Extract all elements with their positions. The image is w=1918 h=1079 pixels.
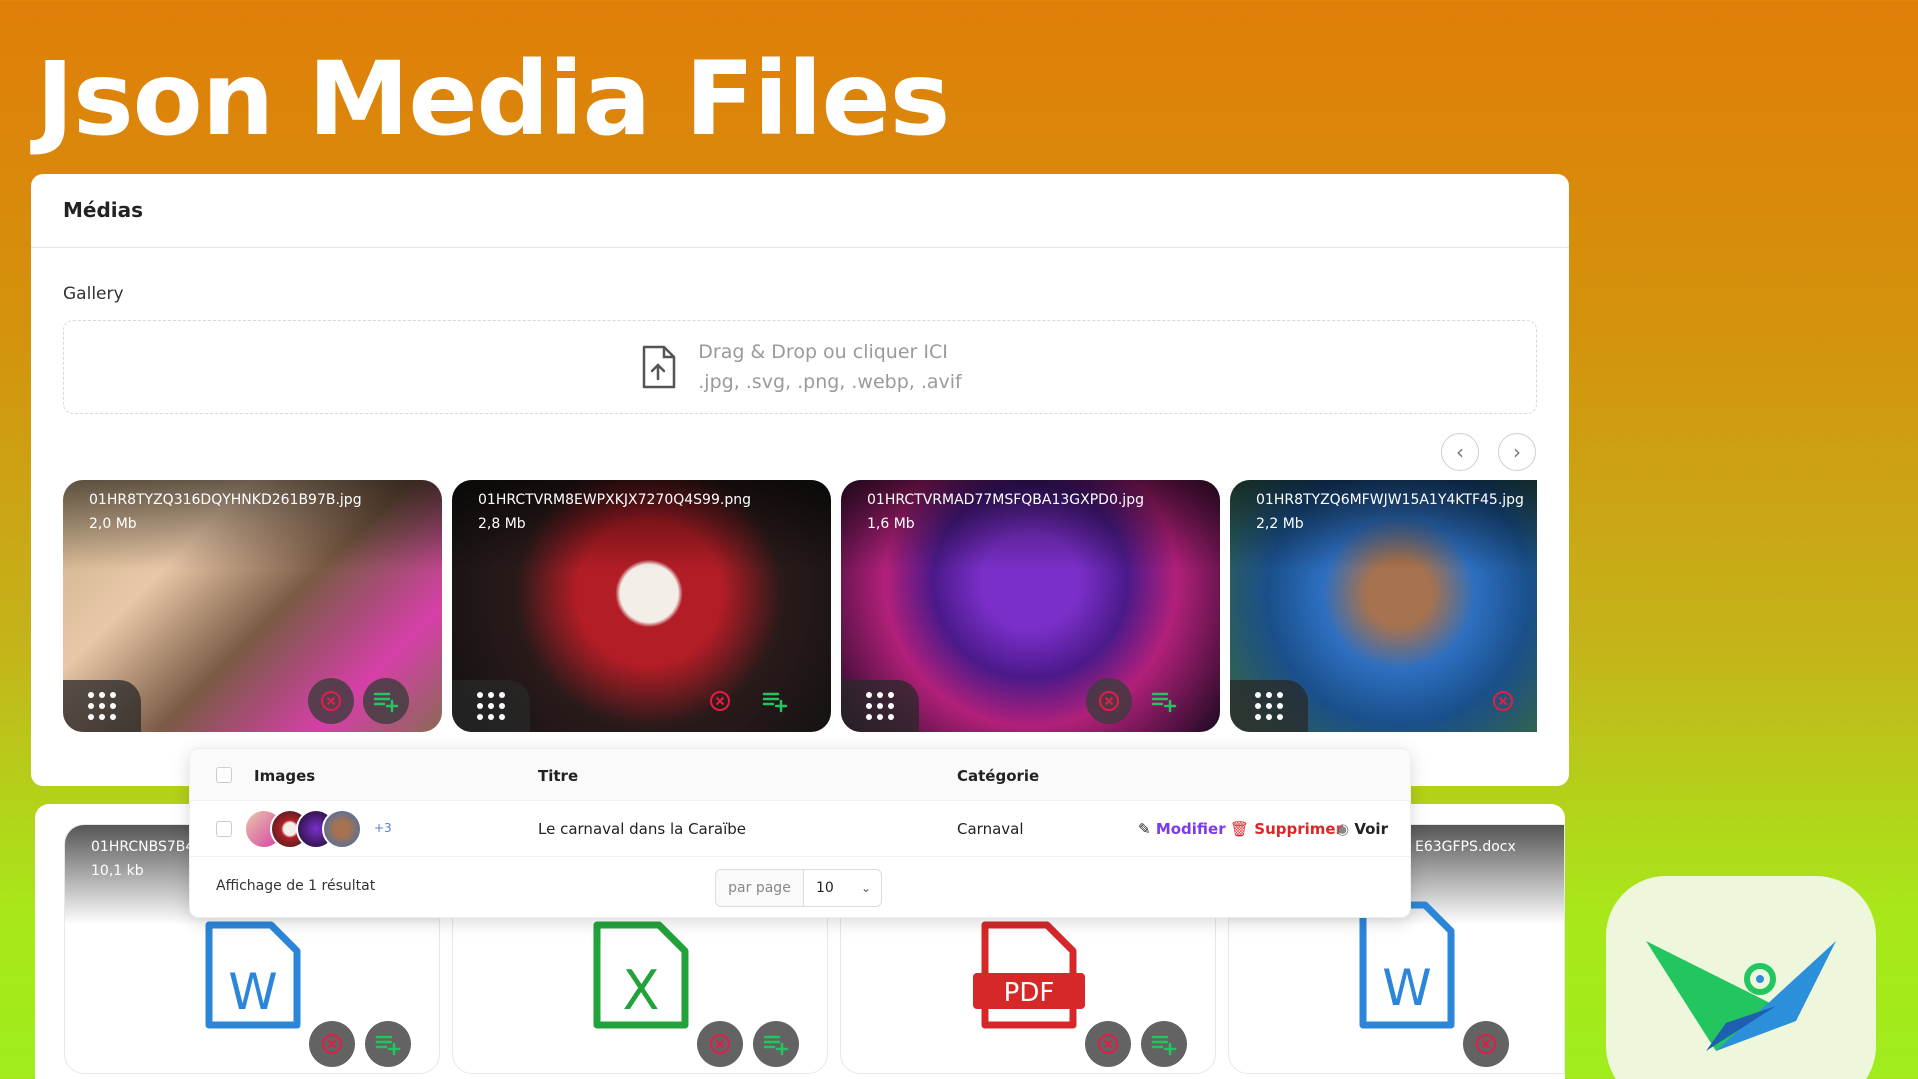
file-size: 2,0 Mb (89, 516, 137, 532)
close-circle-icon (321, 691, 341, 711)
app-logo (1606, 876, 1876, 1079)
doc-type-label: W (1382, 959, 1431, 1017)
dropzone-instruction: Drag & Drop ou cliquer ICI (698, 341, 948, 363)
per-page-label: par page (716, 870, 804, 906)
more-images-count: +3 (374, 821, 392, 835)
delete-label: Supprimer (1254, 820, 1343, 838)
playlist-add-icon (373, 692, 399, 713)
next-button[interactable]: › (1498, 433, 1536, 471)
pdf-file-icon: PDF (973, 921, 1085, 1029)
file-upload-icon (643, 345, 676, 389)
edit-label: Modifier (1155, 820, 1226, 838)
row-category: Carnaval (957, 820, 1024, 838)
gallery-label: Gallery (63, 284, 124, 304)
chevron-right-icon: › (1513, 440, 1521, 464)
view-button[interactable]: ◉ Voir (1336, 820, 1388, 838)
playlist-add-icon (762, 692, 788, 713)
remove-button[interactable] (1463, 1021, 1509, 1067)
view-label: Voir (1354, 820, 1388, 838)
media-tile[interactable]: 01HRCTVRMAD77MSFQBA13GXPD0.jpg 1,6 Mb (841, 480, 1220, 732)
drag-handle-icon[interactable] (452, 680, 530, 732)
remove-button[interactable] (1480, 678, 1526, 724)
doc-type-label: PDF (1004, 978, 1055, 1008)
add-to-list-button[interactable] (1141, 678, 1187, 724)
edit-button[interactable]: ✎ Modifier (1138, 820, 1226, 838)
file-name: 01HRCNBS7B41 (91, 839, 204, 855)
doc-type-label: W (228, 963, 277, 1021)
table-footer: Affichage de 1 résultat par page 10 ⌄ (190, 857, 1410, 917)
playlist-add-icon (763, 1035, 789, 1056)
media-tile[interactable]: 01HR8TYZQ316DQYHNKD261B97B.jpg 2,0 Mb (63, 480, 442, 732)
add-to-list-button[interactable] (1141, 1021, 1187, 1067)
drag-handle-icon[interactable] (1230, 680, 1308, 732)
file-size: 2,2 Mb (1256, 516, 1304, 532)
add-to-list-button[interactable] (752, 678, 798, 724)
media-card: Médias Gallery Drag & Drop ou cliquer IC… (31, 174, 1569, 786)
row-title: Le carnaval dans la Caraïbe (538, 820, 747, 838)
playlist-add-icon (375, 1035, 401, 1056)
result-count: Affichage de 1 résultat (216, 878, 376, 894)
table-header: Images Titre Catégorie (190, 749, 1410, 801)
hero-title: Json Media Files (36, 40, 950, 159)
remove-button[interactable] (308, 678, 354, 724)
drag-handle-icon[interactable] (63, 680, 141, 732)
per-page-select[interactable]: par page 10 ⌄ (715, 869, 882, 907)
file-size: 10,1 kb (91, 863, 144, 879)
media-tile[interactable]: 01HRCTVRM8EWPXKJX7270Q4S99.png 2,8 Mb (452, 480, 831, 732)
remove-button[interactable] (1086, 678, 1132, 724)
file-name: E63GFPS.docx (1415, 839, 1516, 855)
excel-file-icon: X (593, 921, 689, 1029)
remove-button[interactable] (697, 1021, 743, 1067)
doc-type-label: X (623, 959, 660, 1022)
dropzone-formats: .jpg, .svg, .png, .webp, .avif (698, 371, 962, 393)
chevron-left-icon: ‹ (1456, 440, 1464, 464)
file-dropzone[interactable]: Drag & Drop ou cliquer ICI .jpg, .svg, .… (63, 320, 1537, 414)
col-images: Images (254, 767, 316, 785)
col-category: Catégorie (957, 767, 1040, 785)
close-circle-icon (710, 691, 730, 711)
remove-button[interactable] (1085, 1021, 1131, 1067)
delete-button[interactable]: 🗑 Supprimer (1230, 820, 1343, 838)
prev-button[interactable]: ‹ (1441, 433, 1479, 471)
remove-button[interactable] (697, 678, 743, 724)
select-all-checkbox[interactable] (216, 767, 232, 783)
remove-button[interactable] (309, 1021, 355, 1067)
close-circle-icon (1493, 691, 1513, 711)
file-name: 01HRCTVRM8EWPXKJX7270Q4S99.png (478, 492, 751, 508)
table-row[interactable]: +3 Le carnaval dans la Caraïbe Carnaval … (190, 801, 1410, 857)
eye-icon: ◉ (1336, 820, 1350, 838)
close-circle-icon (710, 1034, 730, 1054)
card-title: Médias (31, 174, 1569, 248)
chevron-down-icon: ⌄ (860, 881, 871, 895)
add-to-list-button[interactable] (365, 1021, 411, 1067)
add-to-list-button[interactable] (363, 678, 409, 724)
avatar (322, 809, 362, 849)
file-size: 1,6 Mb (867, 516, 915, 532)
close-circle-icon (1476, 1034, 1496, 1054)
close-circle-icon (322, 1034, 342, 1054)
close-circle-icon (1099, 691, 1119, 711)
edit-icon: ✎ (1138, 820, 1151, 838)
results-table: Images Titre Catégorie +3 Le carnaval da… (189, 748, 1411, 918)
word-file-icon: W (1359, 901, 1455, 1029)
close-circle-icon (1098, 1034, 1118, 1054)
file-name: 01HRCTVRMAD77MSFQBA13GXPD0.jpg (867, 492, 1144, 508)
word-file-icon: W (205, 921, 301, 1029)
playlist-add-icon (1151, 692, 1177, 713)
per-page-value: 10 (816, 880, 834, 896)
playlist-add-icon (1151, 1035, 1177, 1056)
row-checkbox[interactable] (216, 821, 232, 837)
drag-handle-icon[interactable] (841, 680, 919, 732)
trash-icon: 🗑 (1230, 820, 1250, 838)
media-tile[interactable]: 01HR8TYZQ6MFWJW15A1Y4KTF45.jpg 2,2 Mb (1230, 480, 1537, 732)
add-to-list-button[interactable] (753, 1021, 799, 1067)
file-size: 2,8 Mb (478, 516, 526, 532)
logo-mark-icon (1646, 941, 1836, 1051)
image-stack (244, 809, 362, 849)
file-name: 01HR8TYZQ316DQYHNKD261B97B.jpg (89, 492, 362, 508)
file-name: 01HR8TYZQ6MFWJW15A1Y4KTF45.jpg (1256, 492, 1524, 508)
col-title: Titre (538, 767, 579, 785)
